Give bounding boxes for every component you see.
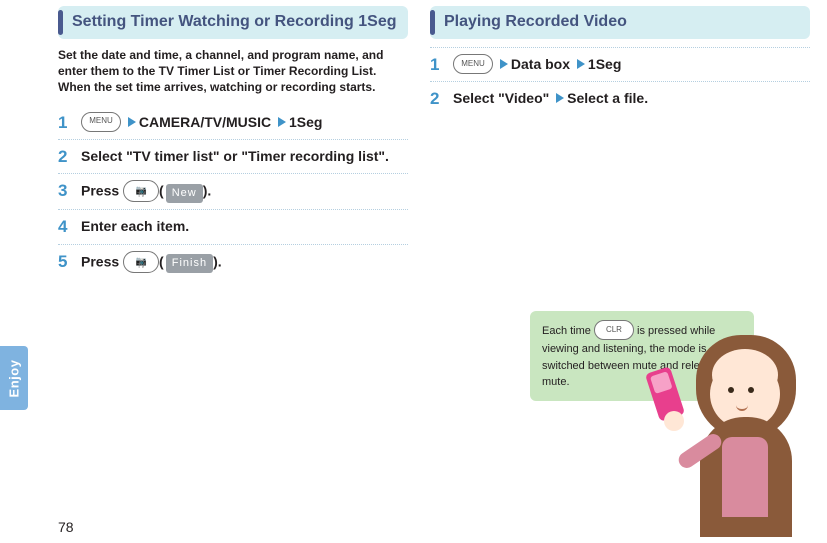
nav-path: 1Seg [588, 56, 621, 72]
step-body: Data box 1Seg [453, 55, 810, 75]
step-2: 2 Select "TV timer list" or "Timer recor… [58, 139, 408, 173]
nav-path: Data box [511, 56, 570, 72]
nav-arrow-icon [128, 117, 136, 127]
eye-shape [748, 387, 754, 393]
step-1: 1 CAMERA/TV/MUSIC 1Seg [58, 106, 408, 139]
softkey-label: Finish [166, 254, 213, 273]
step-text: Select a file. [567, 90, 648, 106]
step-body: CAMERA/TV/MUSIC 1Seg [81, 113, 408, 133]
heading-text: Playing Recorded Video [440, 12, 800, 32]
step-1: 1 Data box 1Seg [430, 47, 810, 81]
step-prefix: Press [81, 183, 123, 199]
step-number: 1 [430, 55, 448, 75]
menu-key-icon [453, 54, 493, 74]
step-number: 2 [430, 89, 448, 109]
eye-shape [728, 387, 734, 393]
nav-arrow-icon [500, 59, 508, 69]
section-tab-label: Enjoy [7, 359, 22, 397]
step-2: 2 Select "Video" Select a file. [430, 81, 810, 115]
step-prefix: Press [81, 253, 123, 269]
nav-path: CAMERA/TV/MUSIC [139, 114, 271, 130]
nav-path: 1Seg [289, 114, 322, 130]
step-body: Select "TV timer list" or "Timer recordi… [81, 147, 408, 166]
step-body: Enter each item. [81, 217, 408, 236]
camera-key-icon [123, 180, 159, 202]
intro-text: Set the date and time, a channel, and pr… [58, 47, 408, 96]
step-3: 3 Press (New). [58, 173, 408, 209]
camera-key-icon [123, 251, 159, 273]
step-body: Press (New). [81, 181, 408, 203]
step-body: Press (Finish). [81, 252, 408, 274]
heading-text: Setting Timer Watching or Recording 1Seg [68, 12, 398, 32]
step-text: Select "Video" [453, 90, 549, 106]
nav-arrow-icon [556, 93, 564, 103]
nav-arrow-icon [278, 117, 286, 127]
step-number: 5 [58, 252, 76, 272]
step-5: 5 Press (Finish). [58, 244, 408, 280]
nav-arrow-icon [577, 59, 585, 69]
right-column: Playing Recorded Video 1 Data box 1Seg 2… [430, 6, 810, 537]
step-number: 2 [58, 147, 76, 167]
menu-key-icon [81, 112, 121, 132]
softkey-label: New [166, 184, 203, 203]
section-tab-enjoy: Enjoy [0, 346, 28, 410]
hand-shape [664, 411, 684, 431]
manual-page: Enjoy 78 Setting Timer Watching or Recor… [0, 0, 827, 543]
heading-setting-timer: Setting Timer Watching or Recording 1Seg [58, 6, 408, 39]
step-4: 4 Enter each item. [58, 209, 408, 243]
tip-text: Each time [542, 325, 594, 337]
steps-right: 1 Data box 1Seg 2 Select "Video" Select … [430, 47, 810, 116]
clr-key-icon [594, 320, 634, 340]
step-number: 4 [58, 217, 76, 237]
steps-left: 1 CAMERA/TV/MUSIC 1Seg 2 Select "TV time… [58, 106, 408, 280]
step-number: 3 [58, 181, 76, 201]
step-number: 1 [58, 113, 76, 133]
step-body: Select "Video" Select a file. [453, 89, 810, 108]
heading-playing-recorded: Playing Recorded Video [430, 6, 810, 39]
step-suffix: . [218, 253, 222, 269]
left-column: Setting Timer Watching or Recording 1Seg… [58, 6, 408, 537]
character-illustration [646, 307, 816, 537]
step-suffix: . [207, 183, 211, 199]
